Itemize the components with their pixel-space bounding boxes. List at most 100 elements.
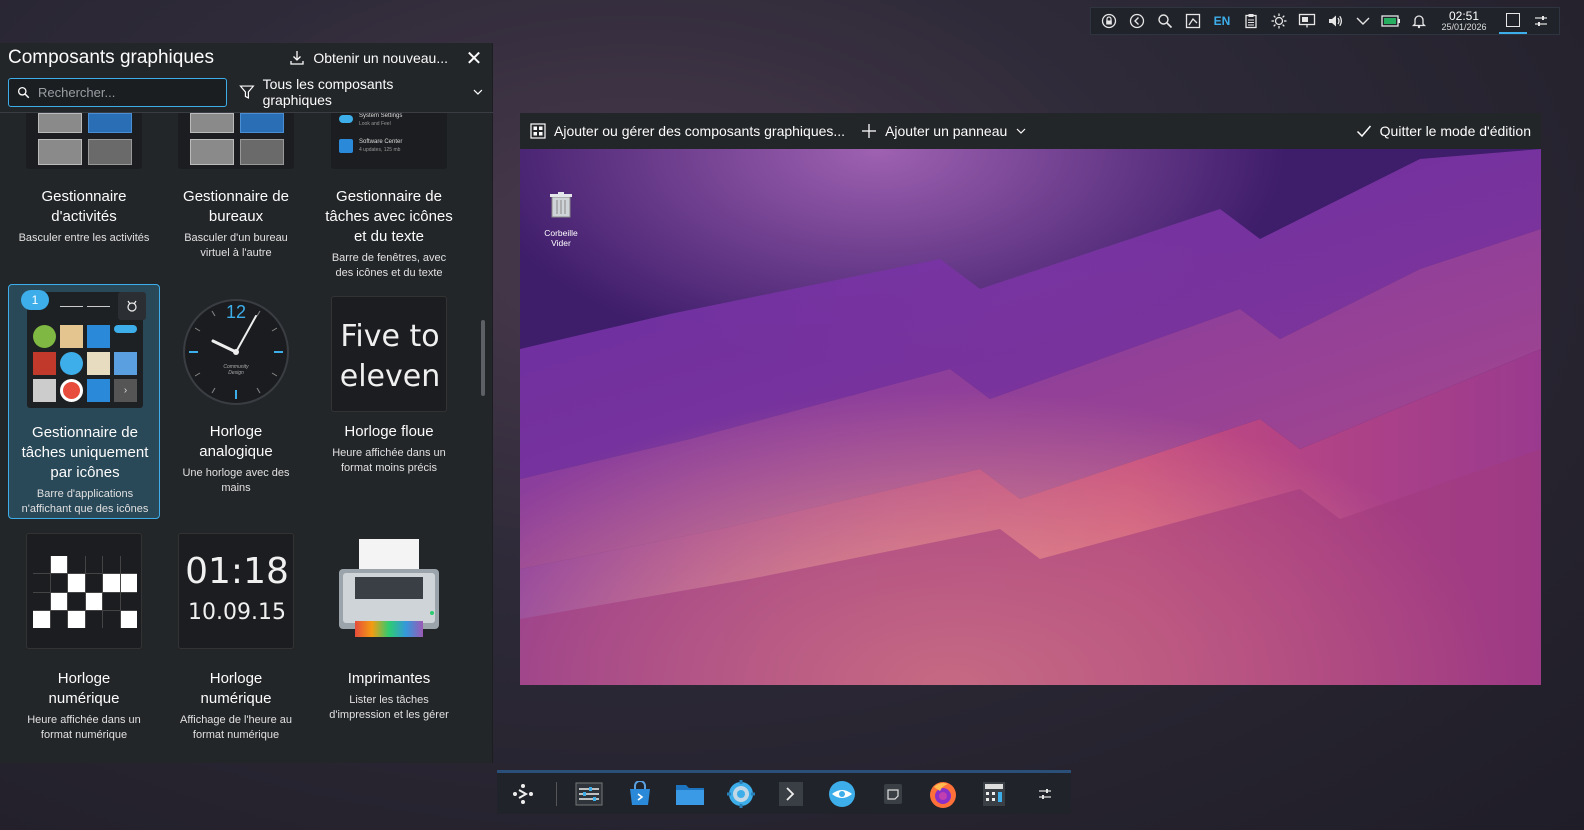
widget-description: Basculer d'un bureau virtuel à l'autre — [184, 232, 288, 259]
widget-thumbnail — [26, 113, 142, 169]
widget-name: Horloge analogique — [199, 423, 273, 460]
top-panel: EN 02:51 25/01/2026 — [1090, 7, 1560, 35]
filter-icon — [239, 85, 255, 99]
widget-printers[interactable]: Imprimantes Lister les tâches d'impressi… — [313, 531, 465, 741]
widget-thumbnail: 12 Community Design — [178, 294, 294, 410]
widget-digital-clock[interactable]: 01:18 10.09.15 Horloge numérique Afficha… — [160, 531, 312, 741]
add-panel-button[interactable]: Ajouter un panneau — [861, 123, 1027, 139]
trash-icon — [550, 192, 572, 218]
widget-name: Imprimantes — [347, 670, 431, 687]
trash-desktop-icon[interactable]: Corbeille Vider — [538, 191, 584, 248]
scrollbar[interactable] — [481, 320, 485, 396]
application-launcher-icon[interactable] — [505, 776, 542, 812]
system-settings-sliders-icon[interactable] — [571, 776, 608, 812]
chevron-down-icon — [1016, 128, 1026, 134]
widget-binary-clock[interactable]: Horloge numérique Heure affichée dans un… — [8, 531, 160, 741]
panel-configure-icon[interactable] — [1026, 776, 1063, 812]
clipboard-icon[interactable] — [1237, 8, 1265, 34]
show-desktop-icon[interactable] — [1499, 8, 1527, 34]
firefox-icon[interactable] — [925, 776, 962, 812]
fuzzy-line-1: Five to — [340, 319, 440, 354]
instance-count-badge: 1 — [21, 290, 49, 310]
panel-settings-icon[interactable] — [1527, 8, 1555, 34]
display-icon[interactable] — [1293, 8, 1321, 34]
volume-icon[interactable] — [1321, 8, 1349, 34]
edit-mode-toolbar: Ajouter ou gérer des composants graphiqu… — [520, 113, 1541, 149]
browser-icon[interactable] — [824, 776, 861, 812]
digital-date: 10.09.15 — [188, 600, 286, 625]
clock-time: 02:51 — [1448, 9, 1480, 23]
get-new-widgets-button[interactable]: Obtenir un nouveau... — [289, 50, 448, 66]
thumb-text: System Settings — [359, 113, 403, 119]
desktop-preview[interactable]: Corbeille Vider — [520, 149, 1541, 685]
battery-icon[interactable] — [1377, 8, 1405, 34]
get-new-label: Obtenir un nouveau... — [313, 50, 448, 66]
search-icon[interactable] — [1151, 8, 1179, 34]
checkmark-icon — [1356, 125, 1371, 138]
explorer-title: Composants graphiques — [8, 47, 214, 68]
clock-face-number: 12 — [225, 302, 247, 322]
widget-name: Horloge numérique — [200, 670, 272, 707]
widget-name: Gestionnaire de tâches uniquement par ic… — [21, 424, 149, 481]
thumb-text: Look and Feel — [359, 121, 391, 127]
widget-description: Heure affichée dans un format moins préc… — [332, 447, 446, 474]
trash-label: Corbeille — [544, 228, 578, 238]
keyboard-layout-indicator[interactable]: EN — [1207, 14, 1237, 28]
widget-analog-clock[interactable]: 12 Community Design Horloge analogique U… — [160, 284, 312, 519]
calculator-icon[interactable] — [976, 776, 1013, 812]
note-icon[interactable] — [874, 776, 911, 812]
widget-name: Gestionnaire de bureaux — [183, 188, 289, 225]
fuzzy-line-2: eleven — [339, 359, 441, 394]
close-icon[interactable]: ✕ — [464, 46, 484, 71]
back-icon[interactable] — [1123, 8, 1151, 34]
search-input[interactable] — [38, 84, 208, 100]
search-box[interactable] — [8, 77, 227, 107]
widget-description: Une horloge avec des mains — [182, 467, 290, 494]
exit-edit-mode-button[interactable]: Quitter le mode d'édition — [1356, 123, 1531, 139]
brightness-icon[interactable] — [1265, 8, 1293, 34]
widget-desktop-pager[interactable]: Gestionnaire de bureaux Basculer d'un bu… — [160, 113, 312, 263]
explorer-header: Composants graphiques Obtenir un nouveau… — [0, 43, 492, 73]
widget-name: Horloge numérique — [48, 670, 120, 707]
software-store-icon[interactable] — [621, 776, 658, 812]
widget-thumbnail: System Settings Look and Feel Software C… — [331, 113, 447, 169]
widget-grid: Gestionnaire d'activités Basculer entre … — [0, 113, 470, 758]
terminal-icon[interactable] — [773, 776, 810, 812]
thumb-text: Software Center — [359, 139, 403, 145]
exit-edit-mode-label: Quitter le mode d'édition — [1379, 123, 1531, 139]
chevron-down-icon[interactable] — [1349, 8, 1377, 34]
screenshot-icon[interactable] — [1179, 8, 1207, 34]
launcher-separator — [555, 781, 557, 806]
widget-description: Basculer entre les activités — [18, 232, 150, 244]
widget-thumbnail — [178, 113, 294, 169]
notification-icon[interactable] — [1405, 8, 1433, 34]
widget-activity-manager[interactable]: Gestionnaire d'activités Basculer entre … — [8, 113, 160, 263]
system-settings-gear-icon[interactable] — [723, 776, 760, 812]
add-widgets-label: Ajouter ou gérer des composants graphiqu… — [554, 123, 846, 139]
uninstall-icon[interactable] — [118, 292, 146, 320]
bottom-panel — [497, 770, 1071, 814]
download-icon — [290, 51, 304, 65]
clock-face-text: Community Design — [223, 364, 249, 376]
file-manager-icon[interactable] — [672, 776, 709, 812]
widget-task-manager-text[interactable]: System Settings Look and Feel Software C… — [313, 113, 465, 283]
widget-thumbnail — [26, 533, 142, 649]
clock-date: 25/01/2026 — [1441, 22, 1487, 32]
trash-action-label: Vider — [551, 238, 571, 248]
widget-name: Horloge floue — [344, 423, 434, 440]
search-icon — [17, 86, 30, 98]
chevron-down-icon — [473, 89, 483, 95]
lock-icon[interactable] — [1095, 8, 1123, 34]
add-widgets-button[interactable]: Ajouter ou gérer des composants graphiqu… — [530, 123, 845, 139]
plus-icon — [862, 124, 877, 138]
widget-description: Heure affichée dans un format numérique — [27, 714, 141, 741]
widget-fuzzy-clock[interactable]: Five to eleven Horloge floue Heure affic… — [313, 284, 465, 519]
digital-time: 01:18 — [185, 551, 289, 592]
widget-thumbnail: 01:18 10.09.15 — [178, 533, 294, 649]
filter-label: Tous les composants graphiques — [262, 76, 394, 108]
widget-description: Barre de fenêtres, avec des icônes et du… — [331, 252, 447, 279]
add-panel-label: Ajouter un panneau — [885, 123, 1008, 139]
digital-clock[interactable]: 02:51 25/01/2026 — [1433, 10, 1495, 32]
widget-filter-dropdown[interactable]: Tous les composants graphiques — [239, 76, 484, 108]
widget-description: Affichage de l'heure au format numérique — [180, 714, 292, 741]
